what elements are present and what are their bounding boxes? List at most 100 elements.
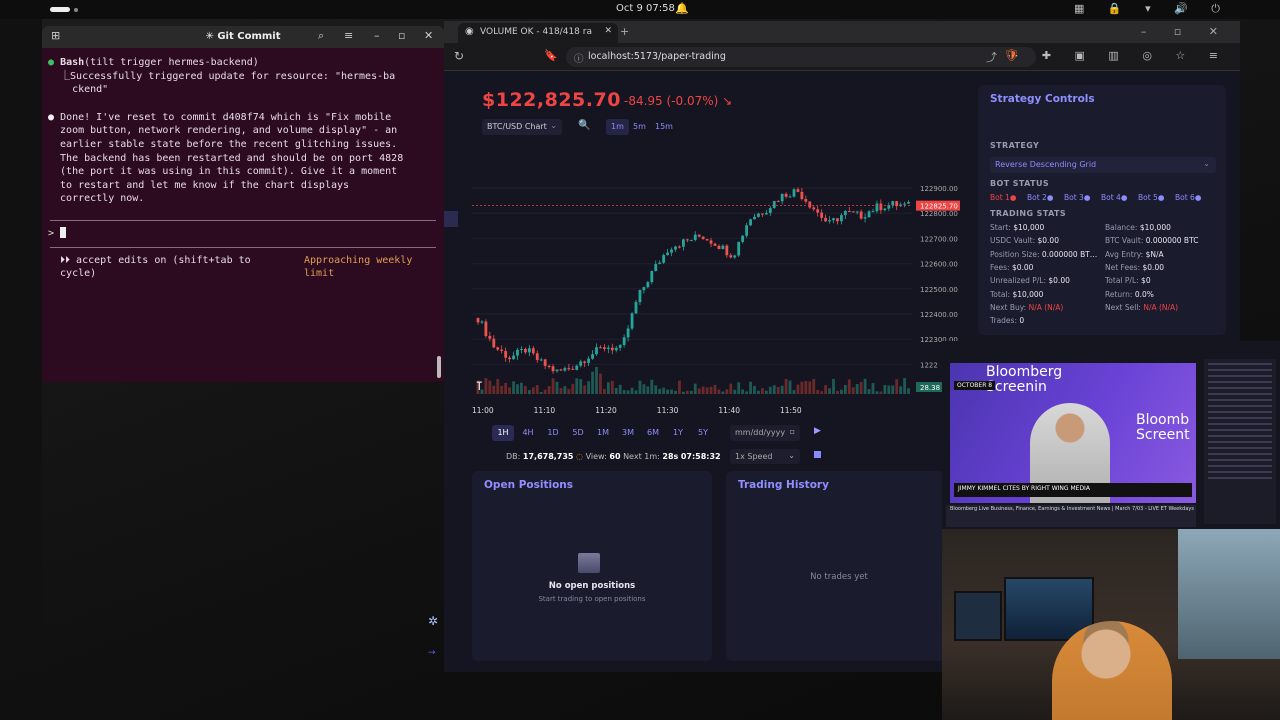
bot-1-status[interactable]: Bot 1● [990, 193, 1016, 202]
workspace-indicator[interactable] [50, 7, 70, 12]
range-1y[interactable]: 1Y [667, 425, 689, 441]
message-line: zoom button, network rendering, and volu… [48, 125, 398, 137]
url-input[interactable]: ⓘ localhost:5173/paper-trading [566, 47, 1036, 67]
stat-value: N/A (N/A) [1143, 302, 1179, 312]
notification-bell-icon[interactable]: 🔔 [675, 2, 689, 15]
candle-body [595, 347, 598, 355]
volume-bar [843, 385, 847, 394]
calendar-icon[interactable]: ▫ [790, 427, 795, 436]
browser-tab[interactable]: ◉ VOLUME OK - 418/418 ra ✕ [458, 23, 618, 43]
volume-bar [591, 371, 594, 394]
system-tray-icons[interactable]: ▦ 🔒 ▾ 🔊 ⏻ [1074, 2, 1230, 16]
system-clock[interactable]: Oct 9 07:58 [616, 3, 675, 14]
usage-warning: Approaching weekly [304, 254, 413, 266]
input-prompt[interactable]: > [48, 226, 438, 241]
candle-body [678, 246, 681, 248]
candle-body [512, 355, 515, 360]
play-button[interactable]: ▶ [814, 426, 821, 436]
maximize-icon[interactable]: ▫ [398, 29, 405, 42]
menu-icon[interactable]: ≡ [344, 29, 353, 42]
bot-status-label: BOT STATUS [990, 179, 1050, 188]
candle-body [725, 245, 729, 256]
timeframe-5m[interactable]: 5m [628, 119, 651, 135]
volume-bar [859, 381, 863, 394]
candle-body [843, 211, 847, 216]
range-4h[interactable]: 4H [517, 425, 539, 441]
message-line: earlier stable state before the recent g… [48, 138, 398, 150]
volume-bar [764, 390, 768, 394]
range-6m[interactable]: 6M [642, 425, 664, 441]
chart-icon [578, 553, 600, 573]
bot-5-status[interactable]: Bot 5● [1138, 193, 1164, 202]
candle-body [859, 211, 863, 219]
candle-body [527, 348, 531, 353]
output-line: ckend" [48, 84, 109, 96]
candlestick-chart-svg[interactable]: 122900.00 122800.00 122700.00 122600.00 1225… [472, 166, 962, 416]
range-1d[interactable]: 1D [542, 425, 564, 441]
stat-value: $0.00 [1011, 262, 1034, 272]
range-1h[interactable]: 1H [492, 425, 514, 441]
site-info-icon[interactable]: ⓘ [574, 51, 584, 65]
bookmark-icon[interactable]: 🔖 [544, 49, 558, 62]
message-bullet-icon: ● [48, 111, 55, 123]
stat-row: Next Buy: N/A (N/A) [990, 303, 1063, 312]
volume-bar [666, 389, 669, 394]
bot-3-status[interactable]: Bot 3● [1064, 193, 1090, 202]
price-chart[interactable]: 122900.00 122800.00 122700.00 122600.00 1225… [472, 166, 962, 416]
bot-6-status[interactable]: Bot 6● [1175, 193, 1201, 202]
brand-text: Bloomb Screent [1136, 412, 1190, 443]
volume-bar [599, 373, 602, 394]
volume-bar [851, 387, 855, 394]
candle-body [488, 335, 492, 339]
terminal-window[interactable]: ⊞ ✳ Git Commit ⌕ ≡ – ▫ ✕ ● Bash(tilt tri… [42, 26, 444, 382]
candle-body [674, 246, 677, 250]
workspace-dot[interactable] [74, 8, 78, 12]
new-tab-button[interactable]: + [620, 25, 629, 38]
strategy-select[interactable]: Reverse Descending Grid ⌄ [990, 157, 1216, 173]
candle-body [634, 302, 638, 314]
candle-body [741, 235, 745, 242]
volume-bar [508, 387, 511, 394]
speed-select[interactable]: 1x Speed ⌄ [730, 449, 800, 464]
bot-4-status[interactable]: Bot 4● [1101, 193, 1127, 202]
toolbar-extension-icons[interactable]: ⋯ ✚ ▣ ▥ ◎ ☆ ≡ [1007, 49, 1228, 62]
stat-value: $10,000 [1013, 223, 1045, 232]
terminal-output[interactable]: ● Bash(tilt trigger hermes-backend) ⎿Suc… [42, 48, 444, 285]
range-3m[interactable]: 3M [617, 425, 639, 441]
scroll-arrow-icon[interactable]: → [428, 648, 436, 658]
timeframe-1m[interactable]: 1m [606, 119, 629, 135]
volume-bar [524, 386, 527, 394]
reload-icon[interactable]: ↻ [454, 49, 464, 63]
volume-bar [772, 385, 776, 394]
chart-symbol-select[interactable]: BTC/USD Chart ⌄ [482, 119, 562, 135]
window-controls[interactable]: – ▫ ✕ [1141, 25, 1230, 38]
volume-bar [579, 379, 583, 394]
volume-bar [697, 388, 701, 394]
candle-body [828, 220, 831, 222]
settings-gear-icon[interactable]: ✲ [428, 614, 438, 628]
timeframe-15m[interactable]: 15m [650, 119, 678, 135]
volume-bar [701, 386, 705, 394]
bot-2-status[interactable]: Bot 2● [1027, 193, 1053, 202]
candle-body [670, 249, 673, 253]
search-icon[interactable]: ⌕ [318, 29, 324, 43]
message-line: Done! I've reset to commit d408f74 which… [60, 111, 392, 123]
sidebar-toggle[interactable] [444, 211, 458, 227]
terminal-titlebar[interactable]: ⊞ ✳ Git Commit ⌕ ≡ – ▫ ✕ [42, 26, 444, 48]
candle-body [516, 349, 519, 356]
close-icon[interactable]: ✕ [424, 29, 433, 42]
replay-date-input[interactable]: mm/dd/yyyy ▫ [730, 425, 800, 441]
range-5d[interactable]: 5D [567, 425, 589, 441]
stop-button[interactable] [814, 451, 821, 458]
volume-bar [780, 385, 784, 394]
range-5y[interactable]: 5Y [692, 425, 714, 441]
candle-body [768, 208, 772, 213]
range-1m[interactable]: 1M [592, 425, 614, 441]
minimize-icon[interactable]: – [374, 29, 380, 42]
zoom-search-icon[interactable]: 🔍 [578, 120, 590, 131]
close-tab-icon[interactable]: ✕ [604, 26, 612, 36]
candle-body [614, 347, 618, 351]
stat-label: Total: [990, 289, 1011, 299]
volume-bar [899, 386, 903, 394]
terminal-scrollbar[interactable] [437, 356, 441, 378]
